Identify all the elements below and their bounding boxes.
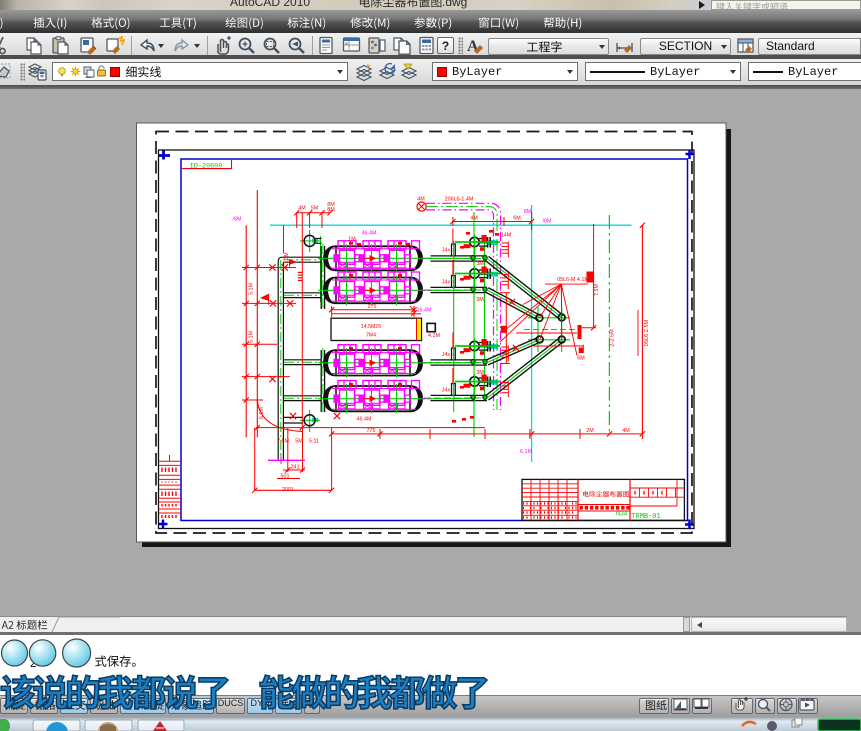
svg-text:2M: 2M [586,428,594,434]
svg-text:5M: 5M [295,438,303,444]
svg-text:ID-20600: ID-20600 [190,162,223,170]
svg-text:J4x: J4x [442,352,451,358]
svg-text:TRMB-01: TRMB-01 [631,513,660,521]
svg-text:275: 275 [368,304,377,310]
svg-text:8M: 8M [524,209,532,215]
svg-text:6.1M: 6.1M [520,449,532,455]
svg-text:775: 775 [367,428,376,434]
svg-text:1M: 1M [348,237,356,243]
svg-text:3M: 3M [476,261,484,267]
svg-text:2001: 2001 [282,487,294,493]
svg-text:2-2.5M: 2-2.5M [610,329,616,347]
svg-text:J4x: J4x [442,248,451,254]
svg-text:7M4: 7M4 [366,333,376,339]
svg-text:4.1M: 4.1M [428,333,440,339]
svg-text:1.3M: 1.3M [284,252,290,263]
svg-text:7.5M: 7.5M [594,283,600,295]
svg-text:6.9M: 6.9M [259,406,265,418]
svg-text:05L6-M 4.1M: 05L6-M 4.1M [557,277,589,283]
svg-text:/8M: /8M [543,219,552,225]
svg-text:05L6 2.5M: 05L6 2.5M [644,319,650,346]
svg-text:3M: 3M [476,297,484,303]
svg-text:14.5M26: 14.5M26 [361,324,381,330]
svg-text:6M: 6M [513,216,521,222]
svg-text:241: 241 [291,464,300,470]
svg-text:7.5M: 7.5M [277,438,289,444]
svg-text:4M: 4M [470,216,478,222]
svg-text:5.11: 5.11 [309,438,319,444]
svg-text:206L6-1.4M: 206L6-1.4M [445,197,474,203]
svg-text:14M: 14M [501,233,512,239]
svg-text:J4x: J4x [442,388,451,394]
svg-text:501: 501 [281,474,290,480]
svg-text:16.4M: 16.4M [417,308,432,314]
svg-text:4M: 4M [622,428,630,434]
svg-text:3M: 3M [476,370,484,376]
svg-text:46.4M: 46.4M [357,416,372,422]
svg-text:N34: N34 [616,511,628,518]
svg-text:4M: 4M [417,197,425,203]
svg-text:5.1M: 5.1M [249,282,255,294]
svg-text:6M: 6M [577,356,585,362]
svg-text:46.4M: 46.4M [362,231,377,237]
svg-text:/8M: /8M [233,216,242,222]
svg-text:5.1M: 5.1M [249,330,255,342]
svg-text:J4x: J4x [442,280,451,286]
